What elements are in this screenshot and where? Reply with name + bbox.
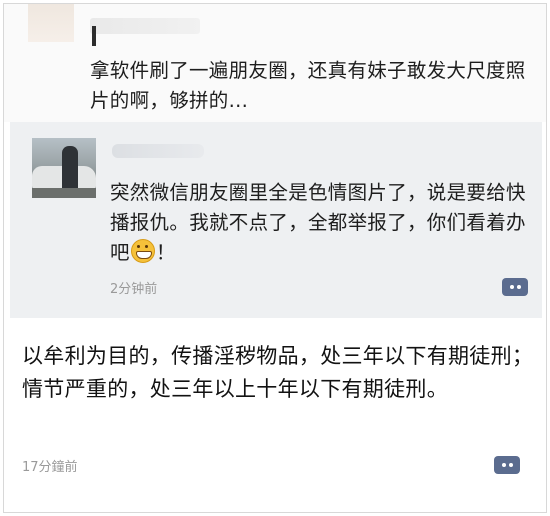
blurred-username[interactable] xyxy=(112,144,204,158)
avatar-person-shape xyxy=(62,146,78,190)
avatar-ground-shape xyxy=(32,188,96,198)
grin-emoji-icon xyxy=(130,239,155,263)
comment-icon-dot xyxy=(508,463,513,467)
comment-icon xyxy=(509,285,514,289)
post-timestamp: 2分钟前 xyxy=(110,282,158,297)
comment-icon-dot xyxy=(516,285,521,289)
post-text: 突然微信朋友圈里全是色情图片了，说是要给快播报仇。我就不点了，全都举报了，你们看… xyxy=(110,178,530,268)
comment-timestamp: 17分鐘前 xyxy=(22,460,78,475)
post-text: 拿软件刷了一遍朋友圈，还真有妹子敢发大尺度照片的啊，够拼的... xyxy=(90,59,526,112)
screenshot-frame: 拿软件刷了一遍朋友圈，还真有妹子敢发大尺度照片的啊，够拼的... 突然微信朋友圈… xyxy=(3,3,547,513)
comment-icon xyxy=(501,463,506,467)
blurred-avatar[interactable] xyxy=(28,4,74,42)
blurred-username[interactable] xyxy=(90,18,200,34)
moment-post-card: 突然微信朋友圈里全是色情图片了，说是要给快播报仇。我就不点了，全都举报了，你们看… xyxy=(10,122,542,318)
comment-button[interactable] xyxy=(494,456,520,474)
avatar[interactable] xyxy=(32,138,96,198)
comment-text: 以牟利为目的，传播淫秽物品，处三年以下有期徒刑；情节严重的，处三年以上十年以下有… xyxy=(22,344,534,401)
moment-post-top: 拿软件刷了一遍朋友圈，还真有妹子敢发大尺度照片的啊，够拼的... xyxy=(4,4,546,122)
comment-button[interactable] xyxy=(502,278,528,296)
redaction-mark xyxy=(92,26,96,46)
post-text-tail: ！ xyxy=(155,241,176,264)
